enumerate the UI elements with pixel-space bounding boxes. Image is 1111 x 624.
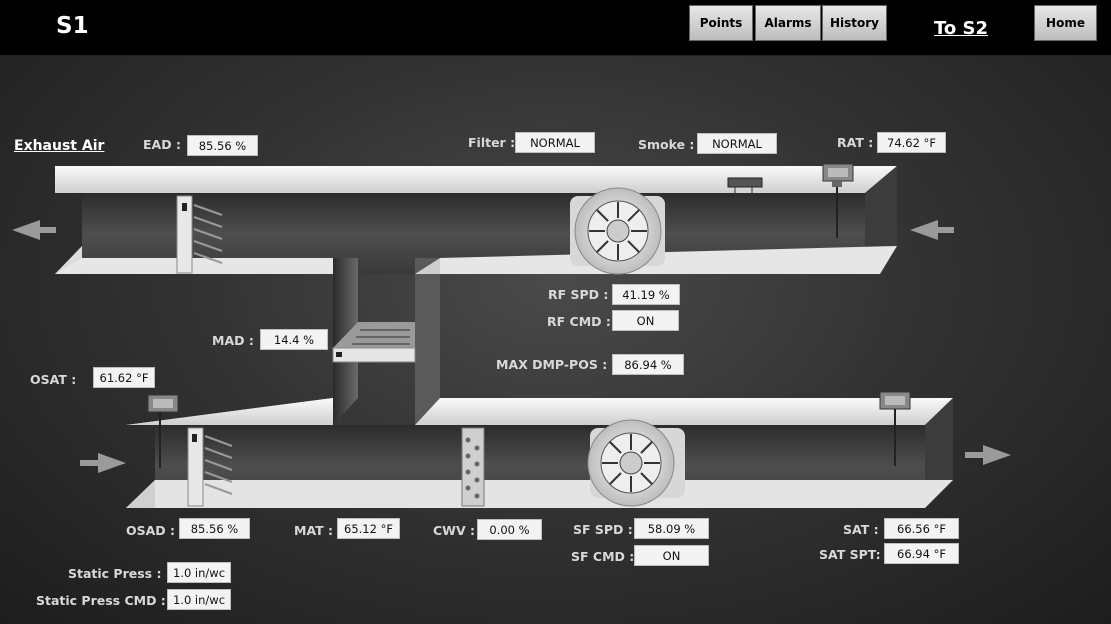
sf-cmd-value[interactable]: ON [634, 545, 709, 566]
mixing-chamber-right [415, 258, 440, 425]
filter-value[interactable]: NORMAL [515, 132, 595, 153]
exhaust-air-link[interactable]: Exhaust Air [14, 138, 104, 154]
rf-cmd-value[interactable]: ON [612, 310, 679, 331]
osad-value[interactable]: 85.56 % [179, 518, 250, 539]
osat-label: OSAT : [30, 372, 77, 387]
rf-spd-value[interactable]: 41.19 % [612, 284, 680, 305]
lower-duct-top-right [415, 398, 953, 425]
sat-spt-label: SAT SPT: [819, 547, 881, 562]
supply-air-arrow-icon [965, 445, 1011, 465]
mat-value[interactable]: 65.12 °F [337, 518, 400, 539]
cwv-value[interactable]: 0.00 % [477, 519, 542, 540]
sf-spd-label: SF SPD : [573, 522, 633, 537]
rf-cmd-label: RF CMD : [547, 314, 611, 329]
ead-value[interactable]: 85.56 % [187, 135, 258, 156]
osad-label: OSAD : [126, 523, 176, 538]
return-fan [570, 187, 665, 275]
ead-label: EAD : [143, 137, 181, 152]
static-press-value[interactable]: 1.0 in/wc [167, 562, 231, 583]
upper-duct [55, 166, 897, 193]
smoke-value[interactable]: NORMAL [697, 133, 777, 154]
rat-value[interactable]: 74.62 °F [877, 132, 946, 153]
sf-spd-value[interactable]: 58.09 % [634, 518, 709, 539]
smoke-label: Smoke : [638, 137, 695, 152]
max-dmp-pos-label: MAX DMP-POS : [496, 357, 608, 372]
sat-value[interactable]: 66.56 °F [884, 518, 959, 539]
return-arrow-icon [910, 220, 954, 240]
cooling-coil [461, 427, 485, 507]
static-press-cmd-value[interactable]: 1.0 in/wc [167, 589, 231, 610]
outside-air-arrow-icon [80, 453, 126, 473]
rat-label: RAT : [837, 135, 874, 150]
osat-value[interactable]: 61.62 °F [93, 367, 155, 388]
cwv-label: CWV : [433, 523, 475, 538]
static-press-label: Static Press : [68, 566, 162, 581]
mat-label: MAT : [294, 523, 334, 538]
static-press-cmd-label: Static Press CMD : [36, 593, 166, 608]
supply-fan [587, 419, 685, 507]
sat-spt-value[interactable]: 66.94 °F [884, 543, 959, 564]
rf-spd-label: RF SPD : [548, 287, 609, 302]
filter-label: Filter : [468, 135, 516, 150]
sat-label: SAT : [843, 522, 879, 537]
sf-cmd-label: SF CMD : [571, 549, 635, 564]
mad-value[interactable]: 14.4 % [260, 329, 328, 350]
max-dmp-pos-value[interactable]: 86.94 % [612, 354, 684, 375]
mad-label: MAD : [212, 333, 254, 348]
exhaust-arrow-icon [12, 220, 56, 240]
